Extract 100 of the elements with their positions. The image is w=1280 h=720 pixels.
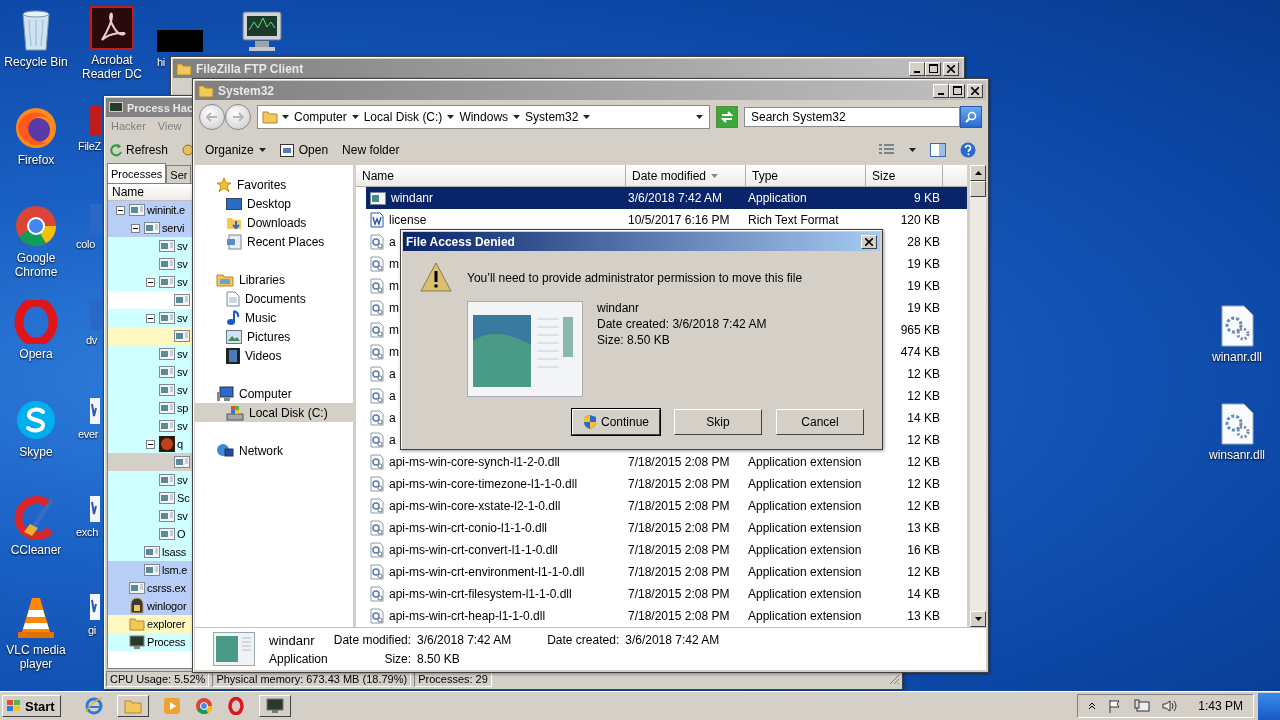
date-cell-text: 7/18/2015 2:08 PM (627, 455, 730, 469)
size-cell-text: 12 KB (907, 499, 941, 513)
type-cell-text: Application extension (747, 609, 862, 623)
type-cell-text: Application extension (747, 521, 862, 535)
size-cell-text: 965 KB (900, 323, 941, 337)
date-cell-text: 7/18/2015 2:08 PM (627, 565, 730, 579)
process-name: winlogor (147, 600, 187, 612)
date-cell-text: 7/18/2015 2:08 PM (627, 543, 730, 557)
type-cell-text: Application extension (747, 565, 862, 579)
process-name: wininit.e (147, 204, 185, 216)
field-label: Date modified: (333, 633, 412, 647)
type-cell-text: Application extension (747, 499, 862, 513)
file-name: api-ms-win-crt-filesystem-l1-1-0.dll (388, 587, 572, 601)
process-name: sv (177, 384, 188, 396)
file-name: a (388, 411, 396, 425)
file-name: windanr (597, 301, 641, 315)
size-cell-text: 19 KB (907, 301, 941, 315)
size-cell-text: 12 KB (907, 477, 941, 491)
date-cell-text: 7/18/2015 2:08 PM (627, 587, 730, 601)
process-name: explorer (147, 618, 186, 630)
process-name: sv (177, 240, 188, 252)
size-cell-text: 12 KB (907, 389, 941, 403)
size-cell-text: 28 KB (907, 235, 941, 249)
type-cell-text: Application extension (747, 477, 862, 491)
file-info: Size: 8.50 KB (597, 333, 671, 347)
file-info: Date created: 3/6/2018 7:42 AM (597, 317, 767, 331)
process-name: O (177, 528, 186, 540)
process-name: sv (177, 258, 188, 270)
type-cell-text: Rich Text Format (747, 213, 839, 227)
file-name: windanr (269, 632, 316, 648)
process-name: sv (177, 510, 188, 522)
date-cell-text: 10/5/2017 6:16 PM (627, 213, 730, 227)
date-cell-text: 7/18/2015 2:08 PM (627, 477, 730, 491)
file-name: api-ms-win-crt-convert-l1-1-0.dll (388, 543, 558, 557)
window-title: Process Hac (127, 101, 194, 114)
size-cell-text: 14 KB (907, 411, 941, 425)
file-name: api-ms-win-crt-conio-l1-1-0.dll (388, 521, 548, 535)
date-cell-text: 7/18/2015 2:08 PM (627, 609, 730, 623)
type-cell-text: Application (747, 191, 807, 205)
size-cell-text: 19 KB (907, 279, 941, 293)
window-title: System32 (218, 83, 276, 98)
size-cell-text: 120 KB (900, 213, 941, 227)
size-cell-text: 14 KB (907, 587, 941, 601)
status-text: CPU Usage: 5.52% (106, 671, 210, 687)
date-cell-text: 7/18/2015 2:08 PM (627, 521, 730, 535)
file-name: api-ms-win-core-timezone-l1-1-0.dll (388, 477, 578, 491)
type-cell-text: Application extension (747, 587, 862, 601)
file-name: a (388, 235, 396, 249)
file-name: m (388, 345, 399, 359)
field-label: Date created: (547, 633, 620, 647)
size-cell-text: 16 KB (907, 543, 941, 557)
file-name: a (388, 389, 396, 403)
field-value: 8.50 KB (417, 651, 461, 666)
file-name: a (388, 433, 396, 447)
size-cell-text: 474 KB (900, 345, 941, 359)
process-name: sp (177, 402, 189, 414)
file-name: windanr (390, 191, 434, 205)
type-cell-text: Application extension (747, 455, 862, 469)
process-name: lsm.e (162, 564, 188, 576)
size-cell-text: 13 KB (907, 521, 941, 535)
clock: 1:43 PM (1198, 699, 1243, 713)
process-name: sv (177, 312, 188, 324)
process-name: Sc (177, 492, 190, 504)
size-cell-text: 19 KB (907, 257, 941, 271)
size-cell-text: 9 KB (914, 191, 941, 205)
file-name: a (388, 367, 396, 381)
size-cell-text: 13 KB (907, 609, 941, 623)
window-title: FileZilla FTP Client (196, 61, 305, 76)
size-cell-text: 12 KB (907, 367, 941, 381)
file-name: api-ms-win-core-synch-l1-2-0.dll (388, 455, 560, 469)
file-name: m (388, 257, 399, 271)
file-name: license (388, 213, 427, 227)
process-name: sv (177, 474, 188, 486)
date-cell-text: 3/6/2018 7:42 AM (627, 191, 723, 205)
file-name: m (388, 323, 399, 337)
size-cell-text: 12 KB (907, 565, 941, 579)
process-name: q (177, 438, 183, 450)
field-label: Size: (383, 651, 412, 666)
date-cell-text: 7/18/2015 2:08 PM (627, 499, 730, 513)
process-name: lsass (162, 546, 187, 558)
process-name: sv (177, 348, 188, 360)
field-value: 3/6/2018 7:42 AM (417, 633, 512, 647)
file-name: m (388, 279, 399, 293)
size-cell-text: 12 KB (907, 433, 941, 447)
size-cell-text: 12 KB (907, 455, 941, 469)
field-value: 3/6/2018 7:42 AM (625, 633, 720, 647)
process-name: sv (177, 420, 188, 432)
process-name: sv (177, 366, 188, 378)
process-name: servi (162, 222, 185, 234)
file-type: Application (269, 651, 328, 666)
dialog-title: File Access Denied (406, 234, 516, 249)
dialog-message: You’ll need to provide administrator permission to move this file (467, 271, 803, 285)
file-name: api-ms-win-core-xstate-l2-1-0.dll (388, 499, 561, 513)
process-name: csrss.ex (147, 582, 186, 594)
type-cell-text: Application extension (747, 543, 862, 557)
process-name: sv (177, 276, 188, 288)
process-name: Process (147, 636, 186, 648)
file-name: api-ms-win-crt-heap-l1-1-0.dll (388, 609, 546, 623)
file-name: api-ms-win-crt-environment-l1-1-0.dll (388, 565, 585, 579)
file-name: m (388, 301, 399, 315)
